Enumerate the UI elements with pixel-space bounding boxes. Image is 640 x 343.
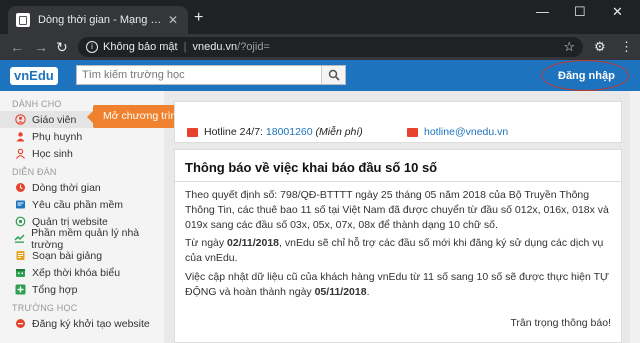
phone-icon xyxy=(187,127,198,137)
info-icon[interactable]: i xyxy=(86,41,98,53)
sidebar-item-label: Yêu cầu phần mềm xyxy=(32,198,124,211)
forward-arrow-icon[interactable]: → xyxy=(34,38,48,56)
timeline-icon xyxy=(14,182,26,194)
hotline-phone: Hotline 24/7: 18001260 (Miễn phí) xyxy=(187,126,363,138)
sidebar-item-label: Phần mềm quản lý nhà trường xyxy=(31,226,140,251)
sidebar-item-label: Học sinh xyxy=(32,147,73,160)
notice-paragraph-3: Việc cập nhật dữ liệu cũ của khách hàng … xyxy=(185,271,609,298)
sidebar-item-student[interactable]: Học sinh xyxy=(0,145,164,162)
security-label: Không bảo mật xyxy=(103,41,178,53)
url-domain: vnedu.vn xyxy=(192,41,238,53)
sidebar-item-label: Soạn bài giảng xyxy=(32,249,103,262)
hotline-email: hotline@vnedu.vn xyxy=(407,126,508,138)
lesson-icon xyxy=(14,250,26,262)
sidebar-item-label: Phụ huynh xyxy=(32,130,83,143)
hotline-note: (Miễn phí) xyxy=(315,126,363,138)
notice-date-1: 02/11/2018 xyxy=(227,237,280,249)
vnedu-logo[interactable]: vnEdu xyxy=(10,67,58,85)
divider xyxy=(175,181,621,182)
url-path: /?ojid= xyxy=(237,41,270,53)
notice-card: Thông báo về việc khai báo đầu số 10 số … xyxy=(174,149,622,343)
extension-icon[interactable]: ⚙ xyxy=(594,39,606,55)
sidebar-item-timetable[interactable]: Xếp thời khóa biểu xyxy=(0,264,164,281)
section-heading-forum: DIỄN ĐÀN xyxy=(12,167,57,177)
school-search xyxy=(76,65,346,85)
hotline-card: Hotline 24/7: 18001260 (Miễn phí) hotlin… xyxy=(174,101,622,143)
request-icon xyxy=(14,199,26,211)
register-icon xyxy=(14,318,26,330)
search-icon xyxy=(328,69,340,81)
minimize-icon[interactable]: — xyxy=(536,4,549,19)
sidebar-item-parent[interactable]: Phụ huynh xyxy=(0,128,164,145)
user-icon xyxy=(14,148,26,160)
new-tab-button[interactable]: + xyxy=(194,10,203,26)
search-button[interactable] xyxy=(321,66,345,84)
software-icon xyxy=(14,233,25,245)
school-search-input[interactable] xyxy=(77,66,321,84)
main-content: Hotline 24/7: 18001260 (Miễn phí) hotlin… xyxy=(164,91,640,343)
hotline-label: Hotline 24/7: xyxy=(204,126,263,138)
sidebar: DÀNH CHO Giáo viên Phụ huynh Học sinh DI… xyxy=(0,91,164,343)
schedule-icon xyxy=(14,267,26,279)
bookmark-star-icon[interactable]: ☆ xyxy=(563,39,575,55)
sidebar-item-label: Dòng thời gian xyxy=(32,181,101,194)
web-icon xyxy=(14,216,26,228)
highlight-ellipse xyxy=(541,60,629,91)
sidebar-item-label: Xếp thời khóa biểu xyxy=(32,266,121,279)
window-close-icon[interactable]: ✕ xyxy=(612,4,623,20)
notice-title: Thông báo về việc khai báo đầu số 10 số xyxy=(185,160,438,175)
user-icon xyxy=(14,114,26,126)
plus-icon xyxy=(14,284,26,296)
sidebar-item-school-software[interactable]: Phần mềm quản lý nhà trường xyxy=(0,227,164,251)
browser-tabstrip: Dòng thời gian - Mạng giáo dục ✕ + — ☐ ✕ xyxy=(0,0,640,34)
menu-kebab-icon[interactable]: ⋮ xyxy=(620,39,633,55)
site-header: vnEdu Đăng nhập xyxy=(0,60,640,91)
notice-date-2: 05/11/2018 xyxy=(314,286,367,298)
section-heading-school: TRƯỜNG HỌC xyxy=(12,303,78,313)
notice-paragraph-2: Từ ngày 02/11/2018, vnEdu sẽ chỉ hỗ trợ … xyxy=(185,237,604,264)
separator: | xyxy=(183,41,187,53)
sidebar-item-software-request[interactable]: Yêu cầu phần mềm xyxy=(0,196,164,213)
tab-title: Dòng thời gian - Mạng giáo dục xyxy=(38,14,166,26)
maximize-icon[interactable]: ☐ xyxy=(574,4,586,20)
scrollbar[interactable] xyxy=(630,91,640,343)
sidebar-item-summary[interactable]: Tổng hợp xyxy=(0,281,164,298)
browser-toolbar: ← → ↻ i Không bảo mật | vnedu.vn /?ojid=… xyxy=(0,34,640,60)
notice-signoff: Trân trọng thông báo! xyxy=(510,317,611,329)
page-favicon-icon xyxy=(16,13,30,27)
hotline-email-link[interactable]: hotline@vnedu.vn xyxy=(424,126,508,138)
sidebar-item-label: Đăng ký khởi tạo website xyxy=(32,317,150,330)
email-icon xyxy=(407,127,418,137)
address-bar[interactable]: i Không bảo mật | vnedu.vn /?ojid= ☆ xyxy=(78,37,583,57)
hotline-number-link[interactable]: 18001260 xyxy=(266,126,313,138)
notice-paragraph-1: Theo quyết định số: 798/QĐ-BTTTT ngày 25… xyxy=(185,189,609,231)
user-icon xyxy=(14,131,26,143)
back-arrow-icon[interactable]: ← xyxy=(10,38,24,56)
browser-tab[interactable]: Dòng thời gian - Mạng giáo dục ✕ xyxy=(8,6,188,34)
reload-icon[interactable]: ↻ xyxy=(56,38,68,56)
tab-close-icon[interactable]: ✕ xyxy=(166,13,180,27)
sidebar-item-register-website[interactable]: Đăng ký khởi tạo website xyxy=(0,315,164,332)
sidebar-item-timeline[interactable]: Dòng thời gian xyxy=(0,179,164,196)
sidebar-item-label: Giáo viên xyxy=(32,113,77,126)
sidebar-item-label: Tổng hợp xyxy=(32,283,78,296)
